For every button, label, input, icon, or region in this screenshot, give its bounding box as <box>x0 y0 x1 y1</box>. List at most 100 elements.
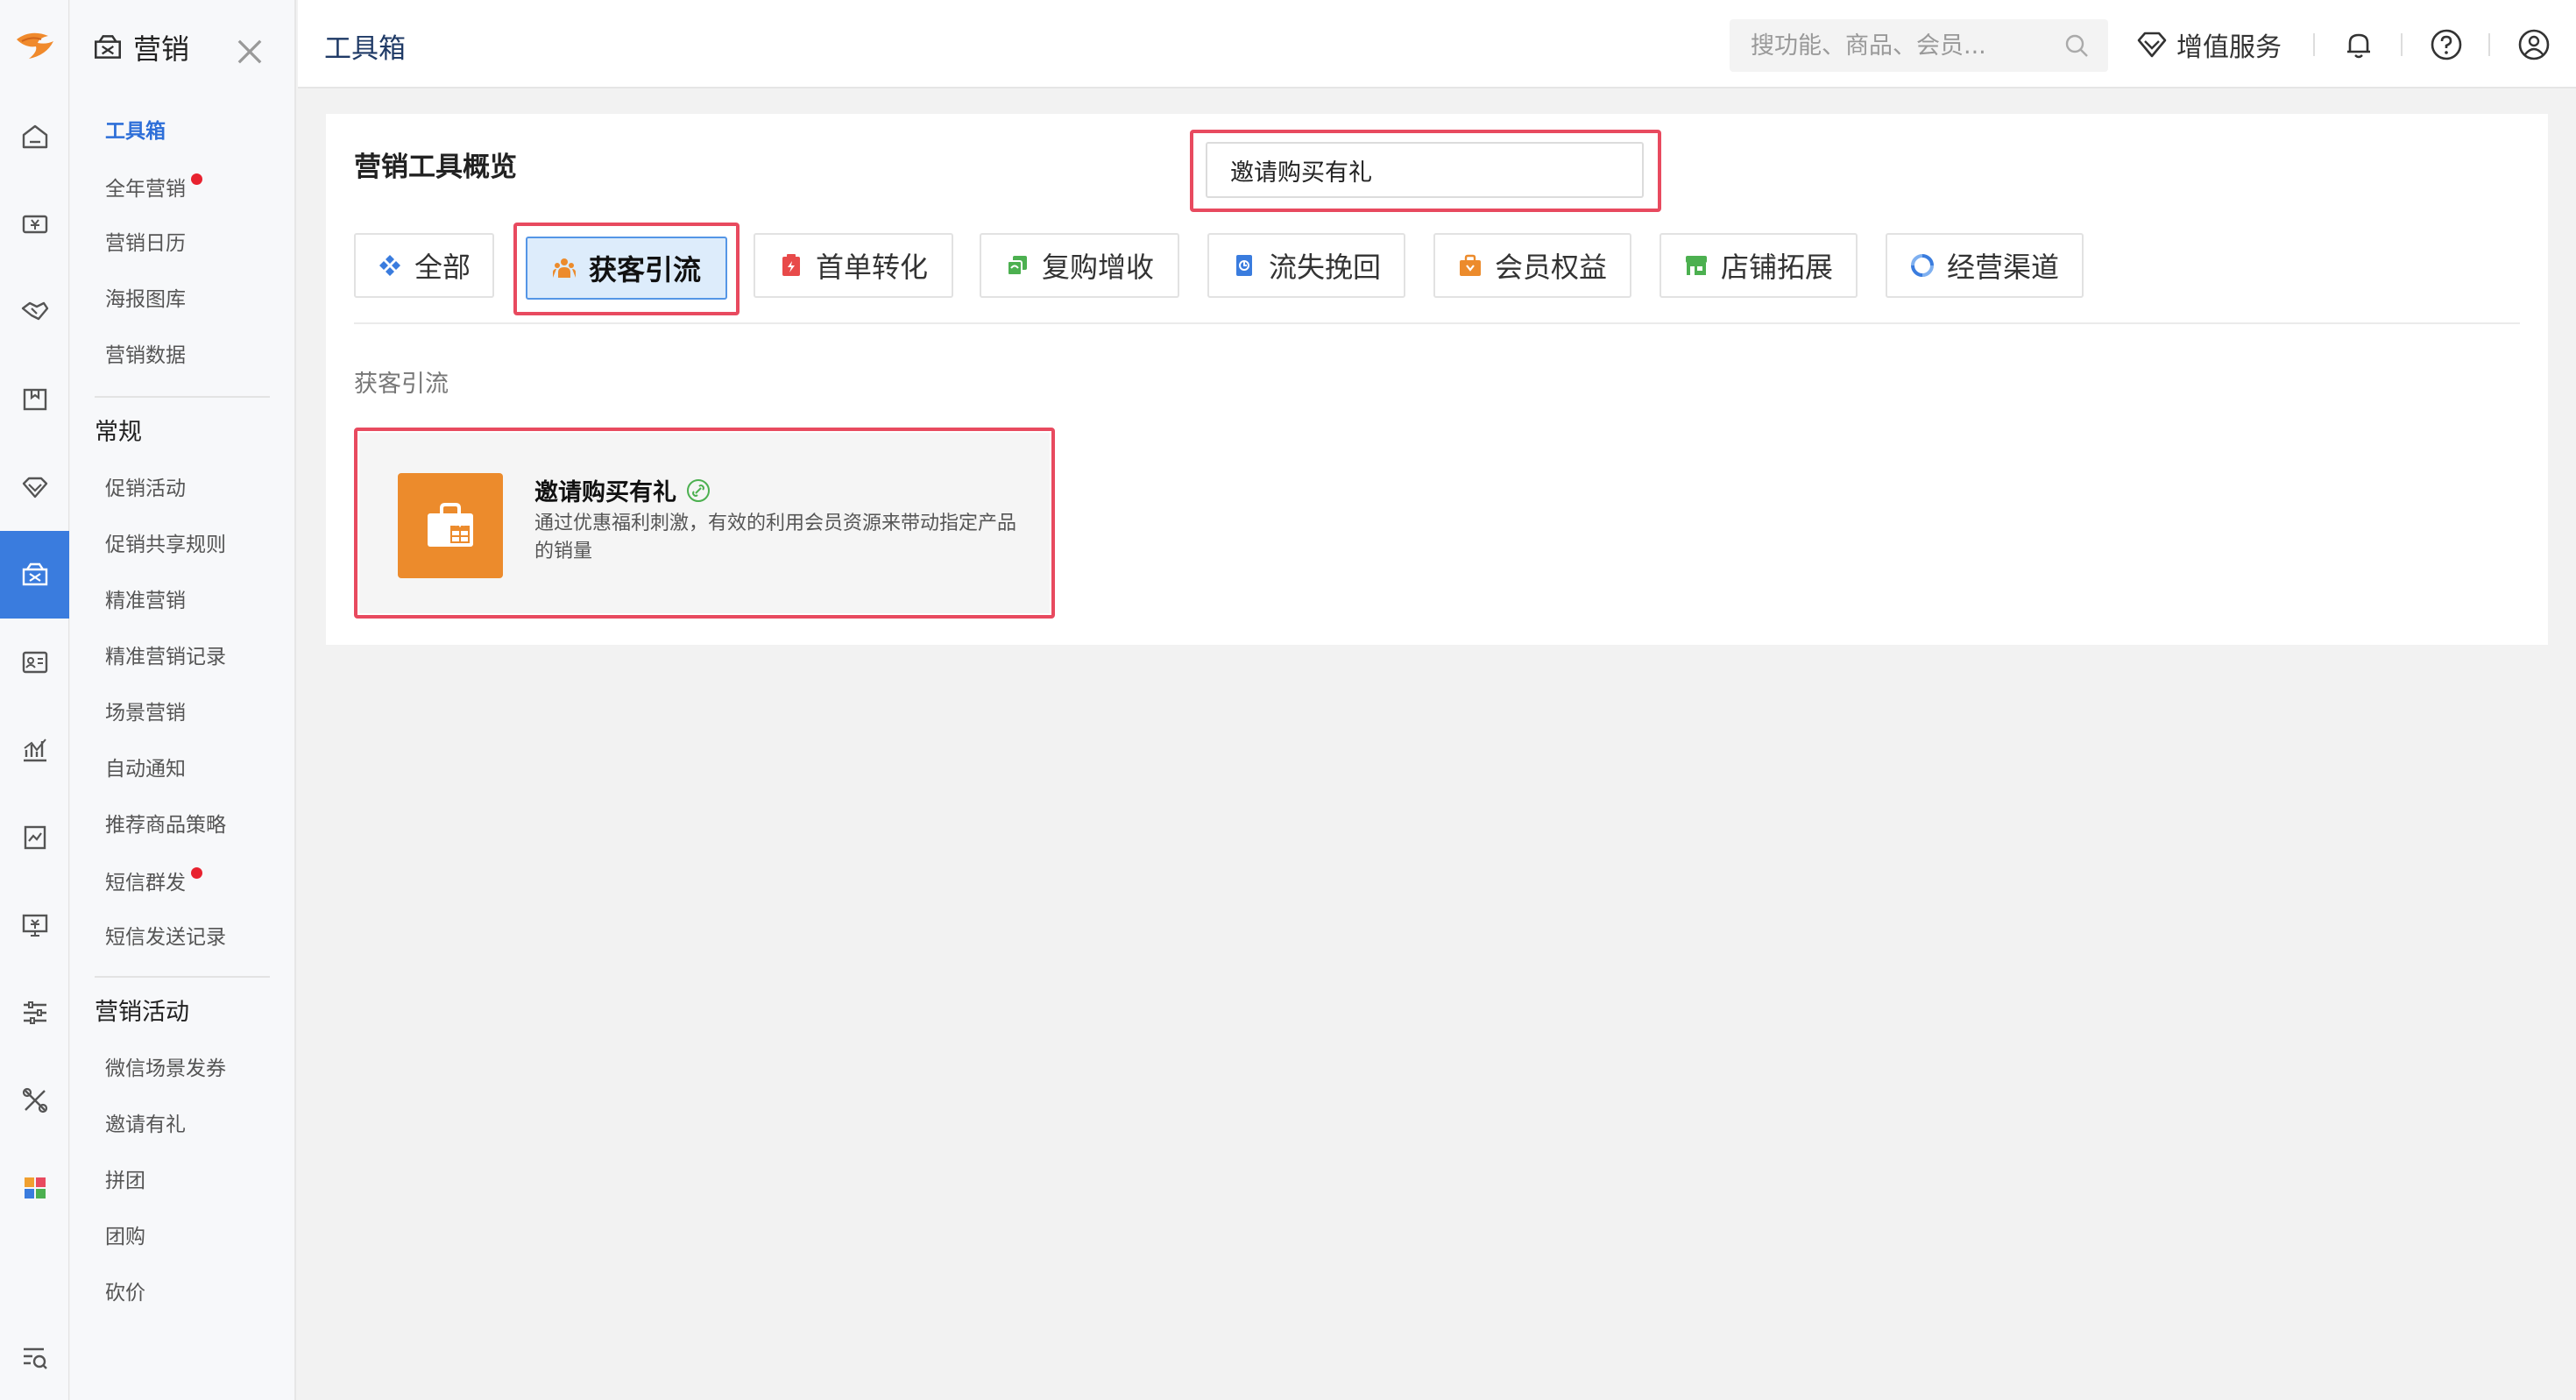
toolbox-panel: 营销工具概览 全部 获客引流 首单转化 复购增收 流失挽回 <box>326 114 2548 645</box>
global-search-input[interactable] <box>1751 32 2049 60</box>
subnav-item-poster-gallery[interactable]: 海报图库 <box>105 286 186 314</box>
subnav-item-label: 微信场景发券 <box>105 1057 226 1080</box>
rail-monitor[interactable] <box>0 881 69 969</box>
subnav-item-precision-marketing-records[interactable]: 精准营销记录 <box>105 643 226 671</box>
rail-settings[interactable] <box>0 969 69 1057</box>
subnav-item-label: 精准营销 <box>105 590 186 612</box>
gift-bag-icon <box>428 503 473 547</box>
rail-cashier[interactable] <box>0 180 69 268</box>
subnav-title: 营销 <box>133 32 190 66</box>
subnav-item-label: 短信群发 <box>105 872 186 894</box>
top-separator <box>2313 33 2315 56</box>
rail-diamond[interactable] <box>0 443 69 531</box>
rail-apps[interactable] <box>0 1144 69 1232</box>
panel-title: 营销工具概览 <box>354 152 517 183</box>
subnav-item-promotion-share-rules[interactable]: 促销共享规则 <box>105 531 226 559</box>
subnav-item-sms-broadcast[interactable]: 短信群发 <box>105 867 202 897</box>
page-title: 工具箱 <box>324 33 406 65</box>
tabs-divider <box>354 322 2520 324</box>
tab-store-expansion[interactable]: 店铺拓展 <box>1660 233 1858 298</box>
rail-search-list[interactable] <box>0 1314 69 1400</box>
global-search[interactable] <box>1730 19 2108 72</box>
subnav-item-wechat-coupon[interactable]: 微信场景发券 <box>105 1055 226 1083</box>
rail-handshake[interactable] <box>0 268 69 356</box>
tab-label: 全部 <box>414 251 471 284</box>
tab-all[interactable]: 全部 <box>354 233 494 298</box>
subnav-item-auto-notify[interactable]: 自动通知 <box>105 755 186 783</box>
subnav-item-group-buy[interactable]: 拼团 <box>105 1167 145 1195</box>
subnav-header: 营销 <box>91 26 284 68</box>
subnav-group-regular: 常规 <box>95 419 142 446</box>
user-avatar-icon[interactable] <box>2516 26 2552 63</box>
help-icon[interactable] <box>2428 26 2465 63</box>
bell-icon[interactable] <box>2340 26 2377 63</box>
icon-rail <box>0 0 69 1400</box>
marketing-subnav: 营销 工具箱 全年营销 营销日历 海报图库 营销数据 常规 促销活动 促销共享规… <box>70 0 296 1400</box>
subnav-item-label: 拼团 <box>105 1170 145 1192</box>
link-icon[interactable] <box>685 477 711 504</box>
subnav-item-label: 短信发送记录 <box>105 926 226 949</box>
subnav-item-annual-marketing[interactable]: 全年营销 <box>105 173 202 203</box>
subnav-item-promotion[interactable]: 促销活动 <box>105 475 186 503</box>
subnav-item-bargain[interactable]: 砍价 <box>105 1279 145 1307</box>
logo-icon <box>16 32 53 59</box>
search-icon[interactable] <box>2063 32 2091 60</box>
goods-icon <box>23 388 46 411</box>
channel-icon <box>1910 254 1934 277</box>
subnav-item-label: 促销共享规则 <box>105 534 226 556</box>
member-card-icon <box>22 651 47 674</box>
settings-sliders-icon <box>23 1001 46 1024</box>
value-added-services-label: 增值服务 <box>2176 32 2282 63</box>
store-expand-icon <box>1685 256 1707 275</box>
subnav-item-label: 自动通知 <box>105 758 186 781</box>
rail-member-card[interactable] <box>0 619 69 706</box>
rail-tools[interactable] <box>0 1057 69 1144</box>
subnav-item-marketing-calendar[interactable]: 营销日历 <box>105 230 186 258</box>
rail-report[interactable] <box>0 794 69 881</box>
tab-label: 经营渠道 <box>1946 251 2059 284</box>
rail-marketing[interactable] <box>0 531 69 619</box>
subnav-item-invite-gift[interactable]: 邀请有礼 <box>105 1111 186 1139</box>
first-order-icon <box>782 254 800 276</box>
home-icon <box>22 124 47 149</box>
tab-label: 店铺拓展 <box>1720 251 1833 284</box>
tab-repurchase[interactable]: 复购增收 <box>980 233 1179 298</box>
app-root: 营销 工具箱 全年营销 营销日历 海报图库 营销数据 常规 促销活动 促销共享规… <box>0 0 2576 1400</box>
tab-first-order[interactable]: 首单转化 <box>754 233 953 298</box>
rail-chart[interactable] <box>0 706 69 794</box>
card-description: 通过优惠福利刺激，有效的利用会员资源来带动指定产品的销量 <box>534 513 1017 562</box>
value-added-services-button[interactable]: 增值服务 <box>2134 23 2282 67</box>
subnav-item-scene-marketing[interactable]: 场景营销 <box>105 699 186 727</box>
subnav-item-recommend-strategy[interactable]: 推荐商品策略 <box>105 811 226 839</box>
subnav-item-toolbox[interactable]: 工具箱 <box>105 117 166 145</box>
app-logo[interactable] <box>0 0 69 93</box>
subnav-item-label: 促销活动 <box>105 477 186 500</box>
subnav-item-label: 工具箱 <box>105 120 166 143</box>
tab-label: 复购增收 <box>1041 251 1154 284</box>
cashier-icon <box>22 215 47 234</box>
tool-card-invite-purchase-gift[interactable]: 邀请购买有礼 通过优惠福利刺激，有效的利用会员资源来带动指定产品的销量 <box>359 433 1050 613</box>
customer-acquire-icon <box>552 258 576 278</box>
close-icon[interactable] <box>233 35 266 68</box>
tool-search-input[interactable] <box>1230 156 1616 184</box>
tool-search-box[interactable] <box>1206 142 1644 198</box>
subnav-item-sms-records[interactable]: 短信发送记录 <box>105 923 226 951</box>
card-title: 邀请购买有礼 <box>534 473 711 507</box>
tab-churn-recall[interactable]: 流失挽回 <box>1207 233 1405 298</box>
subnav-item-team-purchase[interactable]: 团购 <box>105 1223 145 1251</box>
tab-business-channels[interactable]: 经营渠道 <box>1886 233 2084 298</box>
card-icon <box>398 473 503 578</box>
tab-customer-acquisition[interactable]: 获客引流 <box>526 237 727 300</box>
subnav-item-marketing-data[interactable]: 营销数据 <box>105 342 186 370</box>
subnav-item-precision-marketing[interactable]: 精准营销 <box>105 587 186 615</box>
member-benefit-icon <box>1459 254 1481 276</box>
card-title-text: 邀请购买有礼 <box>534 479 676 506</box>
subnav-item-label: 全年营销 <box>105 178 186 201</box>
rail-goods[interactable] <box>0 356 69 443</box>
subnav-item-label: 团购 <box>105 1226 145 1248</box>
report-icon <box>24 825 46 850</box>
rail-home[interactable] <box>0 93 69 180</box>
tab-member-benefits[interactable]: 会员权益 <box>1433 233 1631 298</box>
subnav-item-label: 场景营销 <box>105 702 186 725</box>
tab-label: 会员权益 <box>1494 251 1607 284</box>
